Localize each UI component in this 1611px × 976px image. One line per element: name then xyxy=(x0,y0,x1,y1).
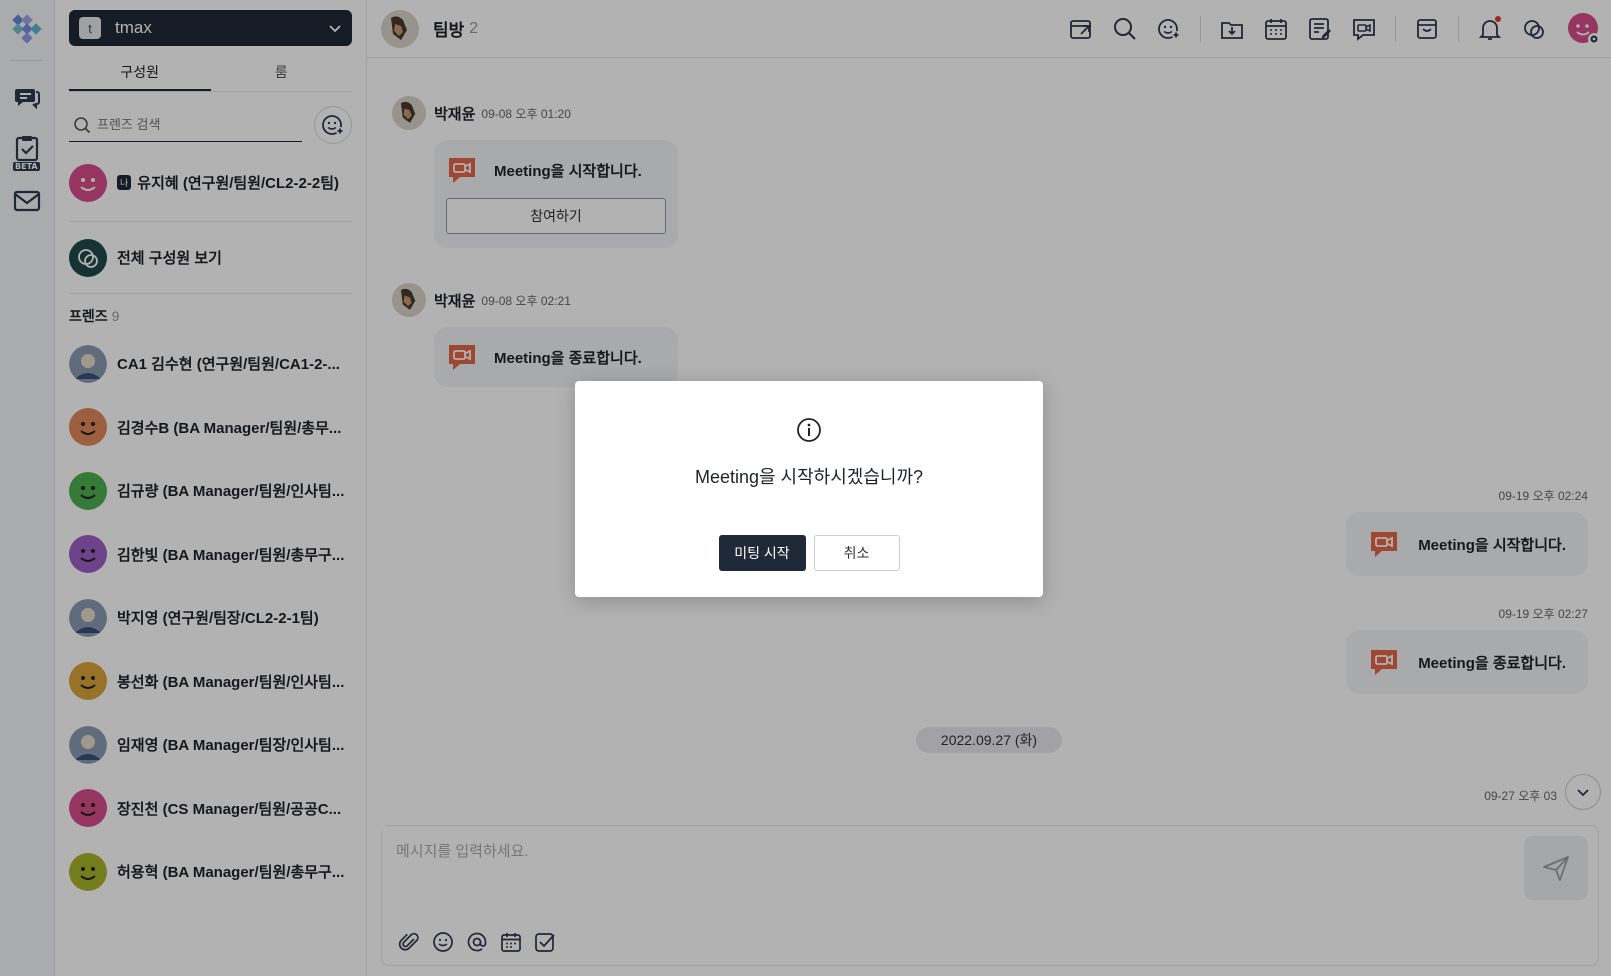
modal-overlay[interactable]: Meeting을 시작하시겠습니까? 미팅 시작 취소 xyxy=(0,0,1611,976)
app-window: BETA t tmax 구성원 룸 프렌즈 검색 나 유지혜 (연구원/팀원/C… xyxy=(0,0,1611,976)
info-icon xyxy=(797,418,821,442)
start-meeting-dialog: Meeting을 시작하시겠습니까? 미팅 시작 취소 xyxy=(575,381,1043,597)
start-meeting-button[interactable]: 미팅 시작 xyxy=(718,535,806,571)
dialog-message: Meeting을 시작하시겠습니까? xyxy=(694,467,924,487)
dialog-buttons: 미팅 시작 취소 xyxy=(575,535,1043,571)
cancel-button[interactable]: 취소 xyxy=(813,535,900,571)
